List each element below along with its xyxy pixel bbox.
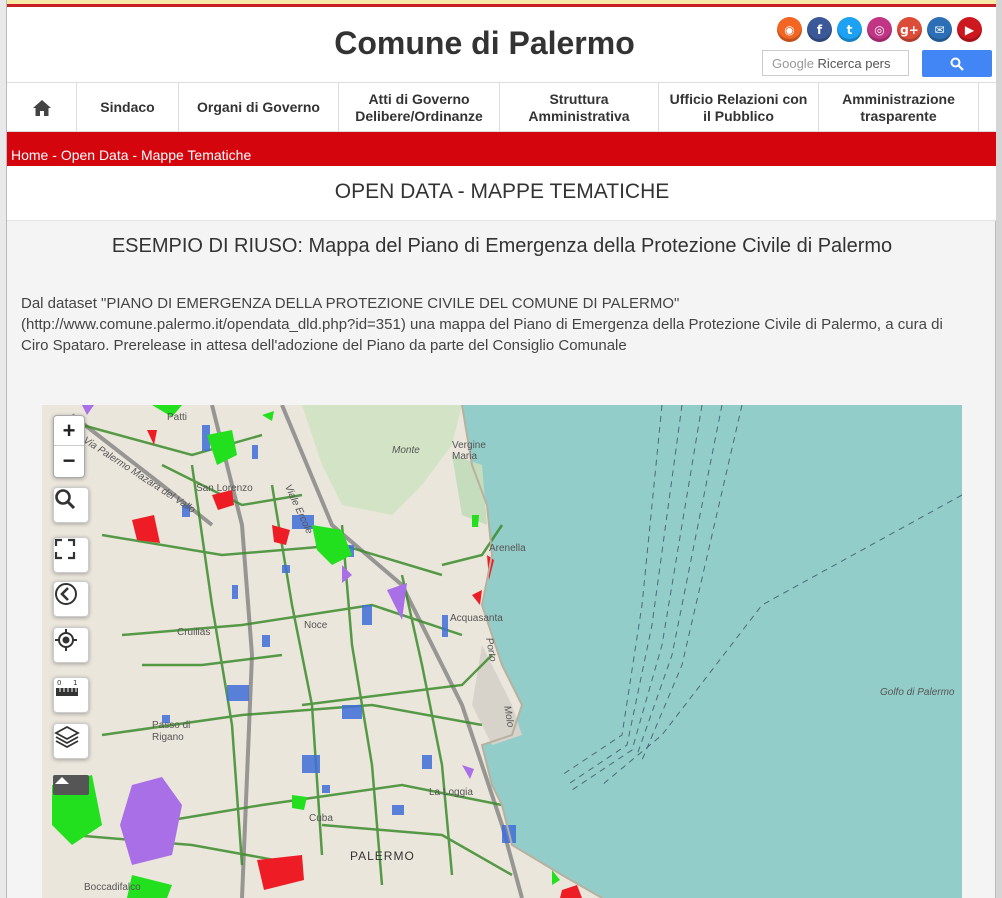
page-title-band: OPEN DATA - MAPPE TEMATICHE [7,166,997,221]
svg-text:1: 1 [73,679,77,687]
page-scrollbar[interactable] [996,0,1002,898]
main-nav: Sindaco Organi di Governo Atti di Govern… [7,82,997,132]
nav-amministrazione-trasparente[interactable]: Amministrazione trasparente [819,83,979,132]
map-label-noce: Noce [304,620,328,631]
search-icon [55,489,76,510]
search-placeholder: Ricerca pers [817,56,891,71]
social-icons: ◉ f t ◎ g+ ✉ ▶ [777,17,982,42]
page-title: OPEN DATA - MAPPE TEMATICHE [334,180,670,203]
instagram-icon[interactable]: ◎ [867,17,892,42]
measure-button[interactable]: 01 [53,677,89,713]
page-container: Comune di Palermo ◉ f t ◎ g+ ✉ ▶ Google Ricerc… [6,0,997,898]
email-icon[interactable]: ✉ [927,17,952,42]
map-label-la-loggia: La Loggia [429,787,473,798]
nav-atti-di-governo[interactable]: Atti di Governo Delibere/Ordinanze [339,83,500,132]
map-canvas[interactable] [42,405,962,898]
mountain-area [302,405,462,515]
map-label-cruillas: Cruillas [177,627,211,638]
breadcrumb-home[interactable]: Home [11,147,48,163]
map-label-arenella: Arenella [489,543,526,554]
zoom-out-button[interactable]: − [54,446,84,476]
svg-text:0: 0 [57,679,61,687]
map-view[interactable]: Patti San Lorenzo Monte Vergine Maria Ar… [42,405,962,898]
breadcrumb-separator: - [128,147,141,163]
nav-sindaco[interactable]: Sindaco [77,83,179,132]
fullscreen-icon [54,538,76,560]
youtube-icon[interactable]: ▶ [957,17,982,42]
map-label-monte: Monte [392,445,420,456]
dataset-description: Dal dataset "PIANO DI EMERGENZA DELLA PR… [21,295,943,354]
nav-organi-di-governo[interactable]: Organi di Governo [179,83,339,132]
googleplus-icon[interactable]: g+ [897,17,922,42]
google-search-logo: Google [772,56,814,71]
nav-home[interactable] [7,83,77,132]
breadcrumb: Home - Open Data - Mappe Tematiche [7,132,997,166]
zoom-control: + − [53,415,85,478]
map-label-vergine-maria: Vergine Maria [452,440,486,462]
share-button[interactable] [53,581,89,617]
chevron-up-icon [55,777,69,784]
map-label-patti: Patti [167,412,188,423]
map-label-passo-di-rigano: Passo di Rigano [152,720,191,743]
crosshair-icon [55,629,77,651]
facebook-icon[interactable]: f [807,17,832,42]
share-icon [55,583,77,605]
map-label-palermo: PALERMO [350,849,415,863]
layers-icon [54,725,80,748]
home-icon [32,99,51,116]
section-subtitle: ESEMPIO DI RIUSO: Mappa del Piano di Eme… [111,235,893,257]
map-label-san-lorenzo: San Lorenzo [196,483,253,494]
map-label-cuba: Cuba [309,813,333,824]
search-button[interactable] [922,50,992,77]
nav-urp[interactable]: Ufficio Relazioni con il Pubblico [659,83,819,132]
breadcrumb-separator: - [48,147,61,163]
sea-area [462,405,962,898]
ruler-icon: 01 [56,679,78,696]
search-icon [950,57,964,71]
top-decorative-stripe [7,0,997,10]
search-input[interactable]: Google Ricerca pers [762,50,909,76]
zoom-in-button[interactable]: + [54,416,84,446]
breadcrumb-open-data[interactable]: Open Data [61,147,129,163]
nav-struttura-amministrativa[interactable]: Struttura Amministrativa [500,83,659,132]
site-header: Comune di Palermo ◉ f t ◎ g+ ✉ ▶ Google Ricerc… [7,10,997,82]
layers-button[interactable] [53,723,89,759]
map-label-acquasanta: Acquasanta [450,613,503,624]
map-label-boccadifalco: Boccadifalco [84,882,141,893]
twitter-icon[interactable]: t [837,17,862,42]
breadcrumb-current: Mappe Tematiche [140,147,252,163]
locate-button[interactable] [53,627,89,663]
map-search-button[interactable] [53,487,89,523]
rss-icon[interactable]: ◉ [777,17,802,42]
fullscreen-button[interactable] [53,537,89,573]
collapse-controls-button[interactable] [53,775,89,795]
map-label-golfo: Golfo di Palermo [880,687,955,698]
